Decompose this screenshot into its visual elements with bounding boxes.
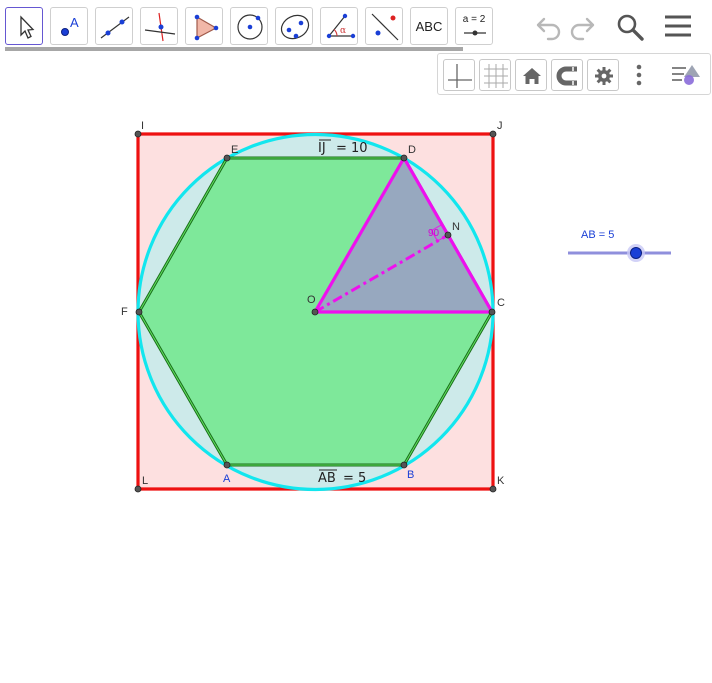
angle-label: 90 xyxy=(428,228,440,239)
label-O: O xyxy=(307,294,316,306)
label-I: I xyxy=(141,120,144,132)
label-C: C xyxy=(497,297,505,309)
point-A[interactable] xyxy=(223,461,231,469)
label-J: J xyxy=(497,120,503,132)
point-O[interactable] xyxy=(311,308,319,316)
point-E[interactable] xyxy=(223,154,231,162)
label-E: E xyxy=(231,144,238,156)
point-B[interactable] xyxy=(400,461,408,469)
slider-label: AB = 5 xyxy=(581,229,614,241)
point-F[interactable] xyxy=(135,308,143,316)
slider-knob[interactable] xyxy=(630,247,642,259)
label-L: L xyxy=(142,475,148,487)
label-B: B xyxy=(407,469,414,481)
label-K: K xyxy=(497,475,505,487)
caption-top-value: = 10 xyxy=(336,141,368,156)
point-C[interactable] xyxy=(488,308,496,316)
point-K[interactable] xyxy=(489,485,497,493)
caption-top-segment: IJ xyxy=(318,141,326,156)
point-J[interactable] xyxy=(489,130,497,138)
graphics-view[interactable]: 90 I J K L A B C D E F O N IJ = 10 AB = … xyxy=(0,0,712,683)
point-D[interactable] xyxy=(400,154,408,162)
label-D: D xyxy=(408,144,416,156)
point-N[interactable] xyxy=(444,231,452,239)
point-L[interactable] xyxy=(134,485,142,493)
caption-bottom-value: = 5 xyxy=(343,471,366,486)
caption-bottom-segment: AB xyxy=(318,471,336,486)
label-F: F xyxy=(121,306,128,318)
label-N: N xyxy=(452,221,460,233)
label-A: A xyxy=(223,473,231,485)
